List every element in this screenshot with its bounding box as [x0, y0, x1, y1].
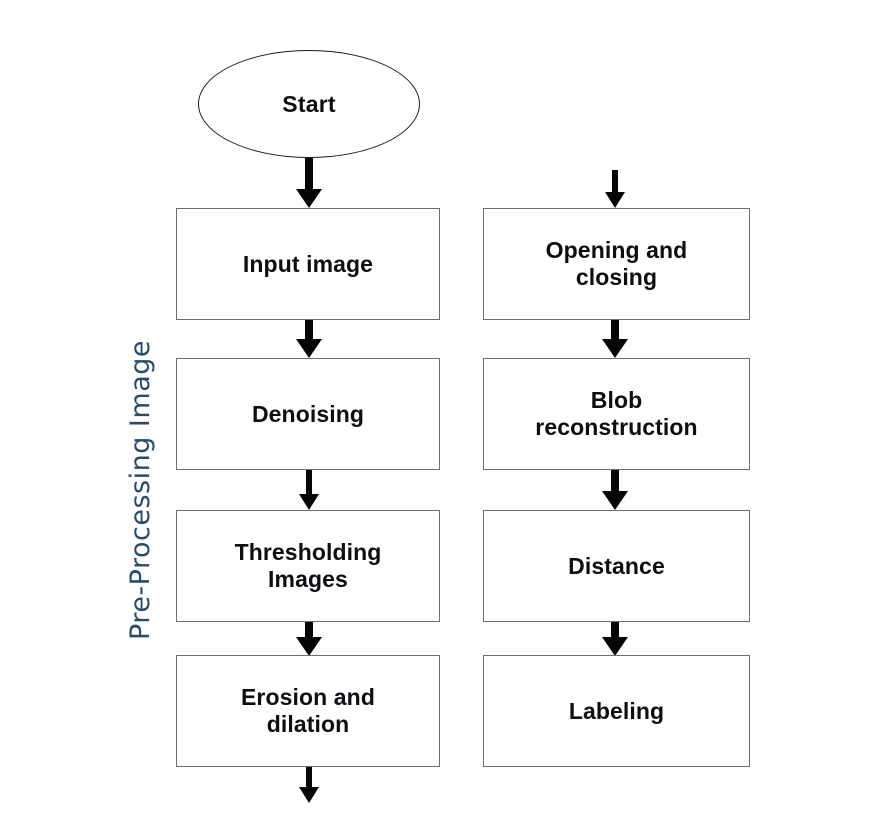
- arrow-head-icon: [602, 491, 628, 510]
- process-box-erosion-and-dilation: Erosion and dilation: [176, 655, 440, 767]
- start-node-label: Start: [282, 90, 336, 117]
- process-box-label: Denoising: [251, 400, 365, 427]
- process-box-label: Thresholding Images: [234, 539, 382, 592]
- arrow-into-opening-and-closing: [605, 170, 625, 208]
- arrow-head-icon: [299, 787, 319, 803]
- process-box-label: Labeling: [568, 697, 665, 724]
- arrow-head-icon: [605, 192, 625, 208]
- arrow-shaft: [305, 320, 313, 339]
- arrow-head-icon: [296, 637, 322, 656]
- process-box-label: Blob reconstruction: [535, 387, 698, 440]
- arrow-head-icon: [602, 637, 628, 656]
- process-box-label: Input image: [242, 250, 374, 277]
- arrow-shaft: [611, 622, 619, 637]
- process-box-label: Opening and closing: [545, 237, 688, 290]
- arrow-thresholding-to-erosion: [296, 622, 322, 656]
- arrow-denoising-to-thresholding: [299, 470, 319, 510]
- process-box-thresholding-images: Thresholding Images: [176, 510, 440, 622]
- start-node: Start: [198, 50, 420, 158]
- process-box-blob-reconstruction: Blob reconstruction: [483, 358, 750, 470]
- arrow-shaft: [611, 470, 619, 491]
- pre-processing-section-label: Pre-Processing Image: [125, 340, 156, 640]
- arrow-shaft: [612, 170, 618, 192]
- arrow-shaft: [305, 622, 313, 637]
- arrow-opening-closing-to-blob: [602, 320, 628, 358]
- arrow-shaft: [305, 158, 313, 189]
- arrow-shaft: [306, 767, 312, 787]
- arrow-shaft: [306, 470, 312, 494]
- arrow-head-icon: [296, 189, 322, 208]
- process-box-distance: Distance: [483, 510, 750, 622]
- process-box-label: Distance: [568, 552, 665, 579]
- arrow-head-icon: [602, 339, 628, 358]
- arrow-blob-to-distance: [602, 470, 628, 510]
- arrow-shaft: [611, 320, 619, 339]
- arrow-start-to-input-image: [296, 158, 322, 208]
- arrow-input-image-to-denoising: [296, 320, 322, 358]
- process-box-labeling: Labeling: [483, 655, 750, 767]
- process-box-denoising: Denoising: [176, 358, 440, 470]
- arrow-head-icon: [296, 339, 322, 358]
- arrow-head-icon: [299, 494, 319, 510]
- process-box-input-image: Input image: [176, 208, 440, 320]
- process-box-opening-and-closing: Opening and closing: [483, 208, 750, 320]
- process-box-label: Erosion and dilation: [240, 684, 375, 737]
- arrow-distance-to-labeling: [602, 622, 628, 656]
- arrow-erosion-to-next-stage: [299, 767, 319, 803]
- flowchart-canvas: Pre-Processing Image Start Input image D…: [0, 0, 887, 830]
